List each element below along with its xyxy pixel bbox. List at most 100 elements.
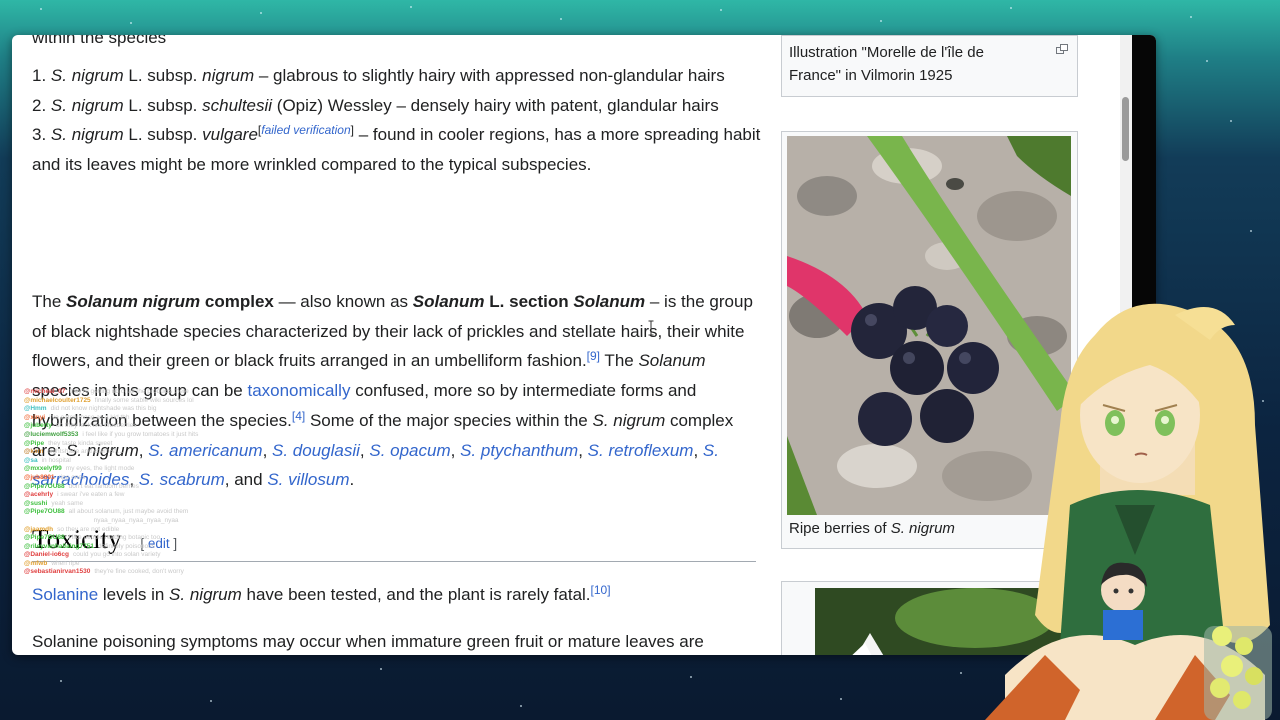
reference-link[interactable]: [10] [591,583,611,597]
list-item: 2. S. nigrum L. subsp. schultesii (Opiz)… [32,91,762,121]
toxicity-paragraph: Solanine levels in S. nigrum have been t… [32,580,760,610]
chat-message: @Pipe they taste kinda sweet [24,440,264,449]
chat-message: @sa in hospital [24,457,264,466]
chat-message: @kxm nightshade and chemist ... [24,448,264,457]
author-abbr: L. subsp. [128,125,198,145]
figure-caption: Ripe berries of S. nigrum [789,516,955,542]
chat-text: my eyes, the light mode [65,465,135,473]
chat-username: @sa [24,456,38,464]
chat-username: @jaamdh [24,525,54,533]
chat-text: so they are not edible [57,525,120,533]
chat-message: @Pipe7OU88 i like people reading botanic … [24,534,264,543]
chat-text: nightshade and chemist ... [47,448,124,456]
chat-username: @Pipe [24,439,45,447]
list-number: 2. [32,95,47,115]
bold-genus: Solanum [412,292,485,311]
chat-message: @luciemwolf5353 i feel like if you grow t… [24,431,264,440]
chat-username: @luciemwolf5353 [24,430,79,438]
text: The [32,292,67,311]
species-name: S. nigrum [169,585,242,604]
chat-text: all about solanum, just maybe avoid them [68,508,189,516]
chat-text: yeah same [51,499,84,507]
list-number: 3. [32,125,47,145]
species-name: S. nigrum [50,66,124,85]
reference-link[interactable]: [4] [292,409,305,423]
species-name: S. nigrum [50,95,124,115]
chat-text: definitely poisonous [97,542,156,550]
chat-username: @Daniel-io6cg [24,551,69,559]
species-link[interactable]: S. ptychanthum [460,441,578,460]
chat-message: @mxxelyf99 my eyes, the light mode [24,465,264,474]
species-link[interactable]: S. opacum [369,441,450,460]
species-link[interactable]: S. villosum [267,470,349,489]
figure-caption: Illustration "Morelle de l'île de France… [789,44,984,84]
list-item: 3. S. nigrum L. subsp. vulgare[failed ve… [32,120,762,179]
chat-username: @1992_Space_Movie [24,516,90,524]
chat-message: @sushi yeah same [24,500,264,509]
text-cursor-icon [648,320,654,336]
chat-text: don't eat random berries [68,482,139,490]
text: Some of the major species within the [305,410,593,430]
chat-message: @michaelcoulter1725 finally some stable w… [24,397,264,406]
text: levels in [98,585,170,604]
failed-verification-link[interactable]: failed verification [261,123,350,137]
chat-username: @rileyvanhallaing7751 [24,542,94,550]
chat-username: @mfwb [24,559,48,567]
list-text: – glabrous to slightly hairy with appres… [258,66,725,85]
chat-username: @sebastianirvan1530 [24,568,91,576]
plant-jar-decoration [1204,626,1272,720]
text: . [349,470,355,490]
partial-text-line: within the species [32,35,167,47]
chat-text: finally some stable wiki sources lol [94,396,194,404]
species-link[interactable]: S. retroflexum [588,441,694,460]
text: Solanine poisoning symptoms may occur wh… [32,632,704,651]
chat-username: @juberty [24,422,53,430]
author-abbr: L. subsp. [128,95,198,115]
chat-message: @micheal_07 they're getting rid of all th… [24,388,264,397]
chat-username: @micheal_07 [24,388,66,395]
chat-message: @Pipe7OU88 all about solanum, just maybe … [24,508,264,517]
chat-username: @jub8891 [24,473,55,481]
chat-message: @sebastianirvan1530 they're fine cooked, … [24,568,264,577]
species-link[interactable]: S. douglasii [272,441,360,460]
scrollbar-thumb[interactable] [1122,97,1129,161]
list-number: 1. [32,66,47,85]
bold-species: Solanum nigrum [66,292,201,311]
chat-text: nyaa_nyaa_nyaa_nyaa_nyaa [93,516,179,524]
bold-genus: Solanum [573,292,646,311]
species-name: S. nigrum [50,125,124,145]
list-text: (Opiz) Wessley – densely hairy with pate… [276,95,719,115]
chibi-figure [1101,562,1147,640]
text: The [600,351,639,371]
chat-message: @jub8891 ripe ones [24,474,264,483]
chat-message: @1992_Space_Movie nyaa_nyaa_nyaa_nyaa_nya… [24,517,264,526]
bold-text: complex [200,292,274,311]
reference-link[interactable]: [9] [587,349,600,363]
chat-text: when ripe [51,559,80,567]
list-item: 1. S. nigrum L. subsp. nigrum – glabrous… [32,61,762,91]
genus-name: Solanum [638,351,706,371]
chat-username: @michaelcoulter1725 [24,396,91,404]
chat-message: @jaamdh so they are not edible [24,526,264,535]
chat-username: @kxm [24,448,44,456]
chat-text: i feel like if you grow tomatoes it just… [82,430,199,438]
chat-message: @rileyvanhallaing7751 definitely poisonou… [24,543,264,552]
chat-message: @mfwb when ripe [24,560,264,569]
enlarge-icon[interactable] [1056,44,1068,54]
chat-text: they taste kinda sweet [48,439,113,447]
solanine-link[interactable]: Solanine [32,585,98,604]
chat-text: i like people reading botanic too [68,534,161,542]
chat-text: i swear i've eaten a few [57,491,125,499]
chat-message: @xinyi i've eaten those as a kid tbh [24,414,264,423]
subspecies-name: nigrum [202,66,255,85]
chat-username: @xinyi [24,413,46,421]
chat-message: @acehrly i swear i've eaten a few [24,491,264,500]
chat-username: @acehrly [24,491,54,499]
chat-username: @Pipe7OU88 [24,482,65,490]
poisoning-paragraph: Solanine poisoning symptoms may occur wh… [32,627,760,655]
chat-message: @Hmm did not know nightshade was this big [24,405,264,414]
chat-text: could you go into solan variety [73,551,161,559]
chat-text: in hospital [41,456,71,464]
citation-needed[interactable]: [failed verification] [258,123,354,137]
stream-chat-overlay: @micheal_07 they're getting rid of all th… [24,388,264,577]
